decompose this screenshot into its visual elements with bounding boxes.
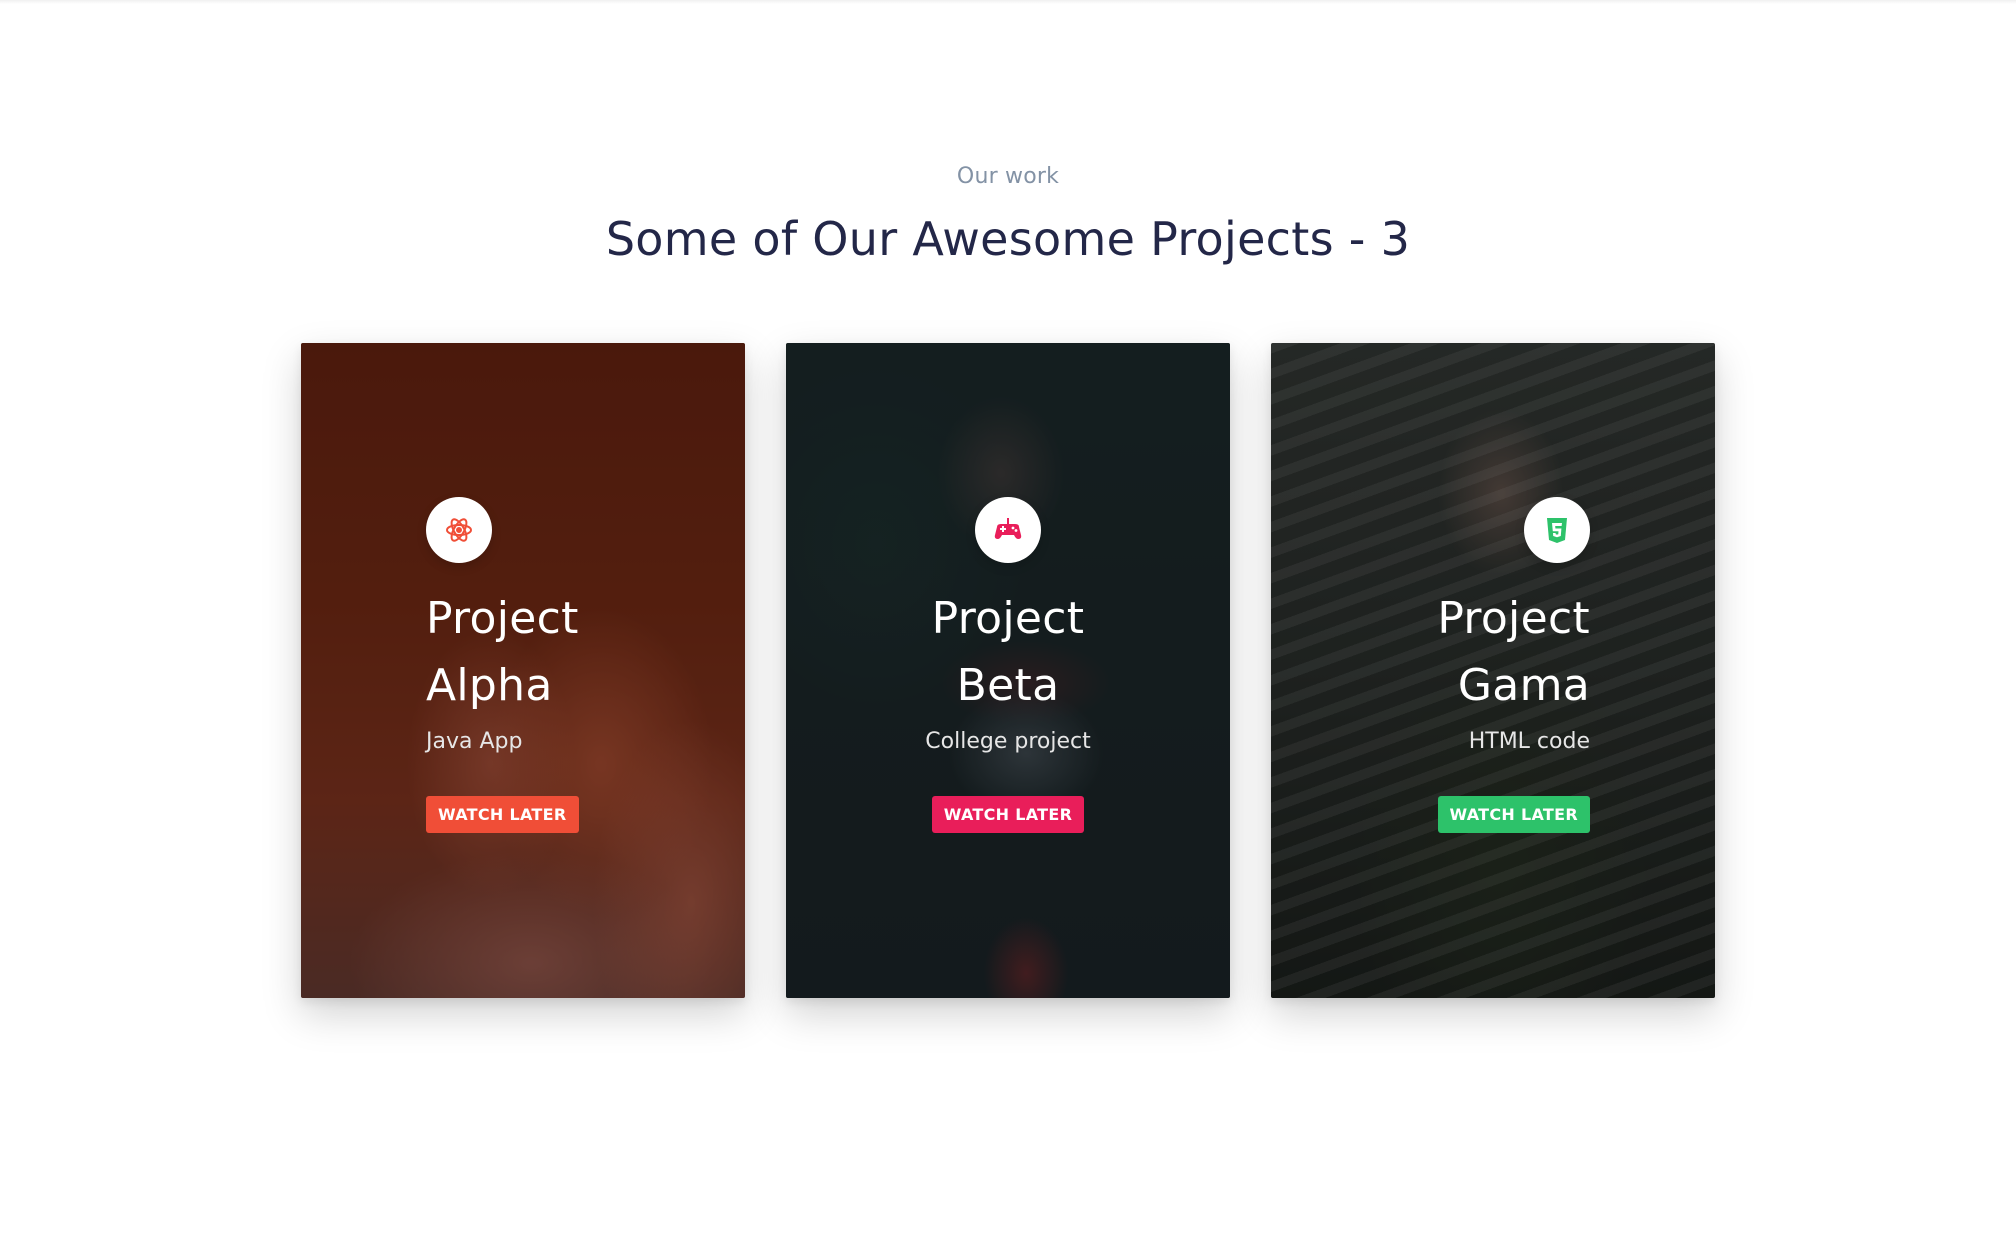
project-subtitle: HTML code	[1468, 729, 1590, 754]
project-card-content: Project Alpha Java App Watch later	[426, 497, 726, 833]
project-title-line-2: Beta	[956, 660, 1060, 711]
project-cards: Project Alpha Java App Watch later	[301, 343, 1715, 998]
project-title: Project Alpha	[426, 585, 726, 719]
project-card-content: Project Beta College project Watch later	[858, 497, 1158, 833]
atom-icon	[426, 497, 492, 563]
section-title: Some of Our Awesome Projects - 3	[605, 212, 1411, 266]
gamepad-icon	[975, 497, 1041, 563]
projects-section: Our work Some of Our Awesome Projects - …	[0, 0, 2016, 1252]
project-title: Project Beta	[858, 585, 1158, 719]
project-title-line-1: Project	[426, 593, 579, 644]
project-title-line-2: Alpha	[426, 660, 553, 711]
project-title-line-1: Project	[931, 593, 1085, 644]
section-eyebrow: Our work	[956, 164, 1060, 189]
watch-later-button[interactable]: Watch later	[1437, 796, 1590, 833]
watch-later-button[interactable]: Watch later	[931, 796, 1085, 833]
watch-later-button[interactable]: Watch later	[426, 796, 579, 833]
project-subtitle: Java App	[426, 729, 523, 754]
project-card-beta[interactable]: Project Beta College project Watch later	[786, 343, 1230, 998]
project-card-content: Project Gama HTML code Watch later	[1290, 497, 1590, 833]
project-title: Project Gama	[1290, 585, 1590, 719]
html5-icon	[1524, 497, 1590, 563]
project-card-alpha[interactable]: Project Alpha Java App Watch later	[301, 343, 745, 998]
project-title-line-1: Project	[1437, 593, 1590, 644]
project-title-line-2: Gama	[1457, 660, 1590, 711]
project-subtitle: College project	[925, 729, 1091, 754]
project-card-gama[interactable]: Project Gama HTML code Watch later	[1271, 343, 1715, 998]
